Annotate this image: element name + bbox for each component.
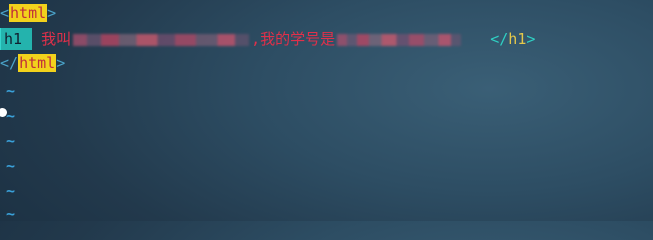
h1-close-tag-name: h1 [508, 30, 527, 48]
empty-line-marker: ~ [6, 107, 16, 125]
open-bracket: </ [0, 54, 19, 72]
vim-editor[interactable]: <html> h1 我叫 ,我的学号是 </h1> </html> ~ ~ ~ ~… [0, 0, 653, 223]
empty-line-marker: ~ [6, 157, 16, 175]
h1-close-tag: </h1> [490, 30, 535, 48]
code-line-2: h1 我叫 ,我的学号是 </h1> [0, 28, 535, 50]
close-bracket: > [56, 54, 66, 72]
empty-line-marker: ~ [6, 182, 16, 200]
h1-open-tag: h1 [0, 28, 33, 50]
redacted-name [73, 33, 250, 46]
empty-line-marker: ~ [6, 132, 16, 150]
html-tag-name: html [18, 54, 57, 72]
name-prefix-text: 我叫 [32, 30, 72, 48]
open-bracket: < [0, 4, 10, 22]
student-id-prefix-text: ,我的学号是 [251, 30, 336, 48]
h1-close-close-bracket: > [526, 30, 536, 48]
close-bracket: > [47, 4, 57, 22]
h1-close-open-bracket: </ [490, 30, 509, 48]
redacted-student-id [337, 33, 462, 46]
code-line-1: <html> [0, 2, 56, 24]
html-tag-name: html [9, 4, 48, 22]
empty-line-marker: ~ [6, 82, 16, 100]
empty-line-marker: ~ [6, 205, 16, 223]
code-line-3: </html> [0, 52, 65, 74]
